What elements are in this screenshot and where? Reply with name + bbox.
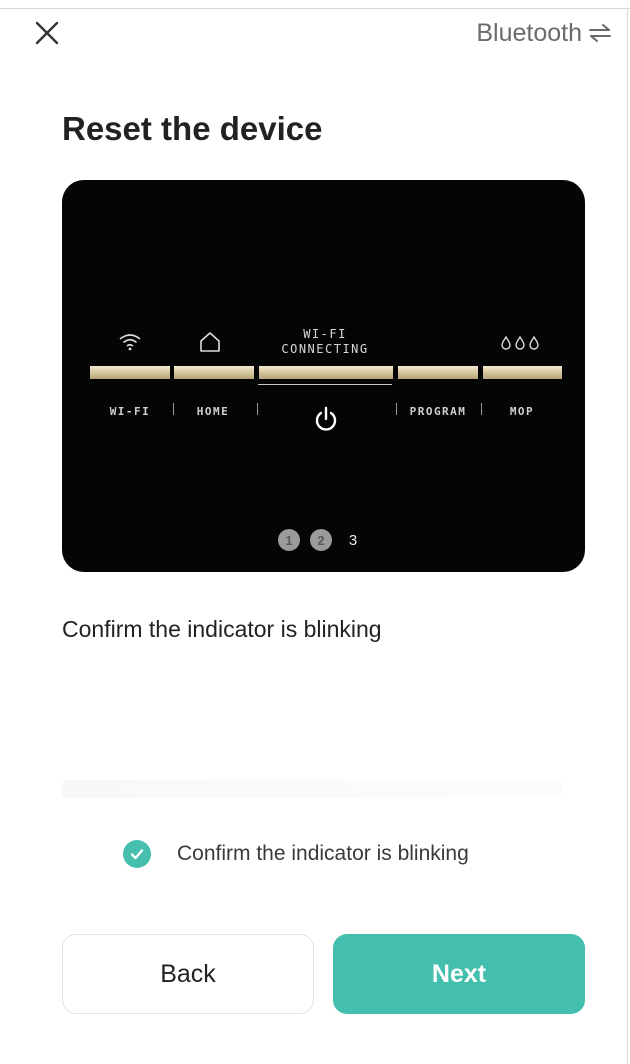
confirm-label: Confirm the indicator is blinking	[177, 842, 469, 865]
step-indicator: 1 2 3	[278, 529, 364, 551]
program-label: PROGRAM	[409, 405, 467, 418]
step-dot: 1	[278, 529, 300, 551]
wifi-status-line-1: WI-FI	[303, 327, 347, 341]
step-current: 3	[348, 531, 358, 549]
next-button[interactable]: Next	[333, 934, 585, 1014]
label-separator	[173, 403, 174, 415]
water-drops-icon	[501, 335, 539, 350]
wifi-label: WI-FI	[109, 405, 151, 418]
checked-icon	[123, 840, 151, 868]
wifi-status-line-2: CONNECTING	[281, 342, 369, 356]
indicator-overlay: WI-FI CONNECTING WI-FI HOME PROGRAM MOP	[0, 0, 630, 1064]
step-dot: 2	[310, 529, 332, 551]
power-indicator-bar	[259, 366, 393, 379]
home-icon	[200, 332, 220, 352]
home-label: HOME	[196, 405, 230, 418]
power-icon	[315, 406, 337, 431]
program-indicator-bar	[398, 366, 478, 379]
instruction-text: Confirm the indicator is blinking	[62, 616, 382, 642]
label-separator	[396, 403, 397, 415]
label-separator	[481, 403, 482, 415]
mop-indicator-bar	[483, 366, 562, 379]
reset-device-screen: Bluetooth Reset the device WI-FI CONNECT…	[0, 0, 630, 1064]
wifi-status-display: WI-FI CONNECTING	[281, 327, 368, 357]
wifi-indicator-bar	[90, 366, 170, 379]
label-separator	[257, 403, 258, 415]
power-underline	[258, 384, 392, 385]
confirm-blinking-checkbox[interactable]: Confirm the indicator is blinking	[123, 840, 469, 868]
mop-label: MOP	[509, 405, 535, 418]
back-button[interactable]: Back	[62, 934, 314, 1014]
home-indicator-bar	[174, 366, 254, 379]
faded-hint-text	[62, 780, 562, 798]
wifi-icon	[119, 334, 141, 351]
